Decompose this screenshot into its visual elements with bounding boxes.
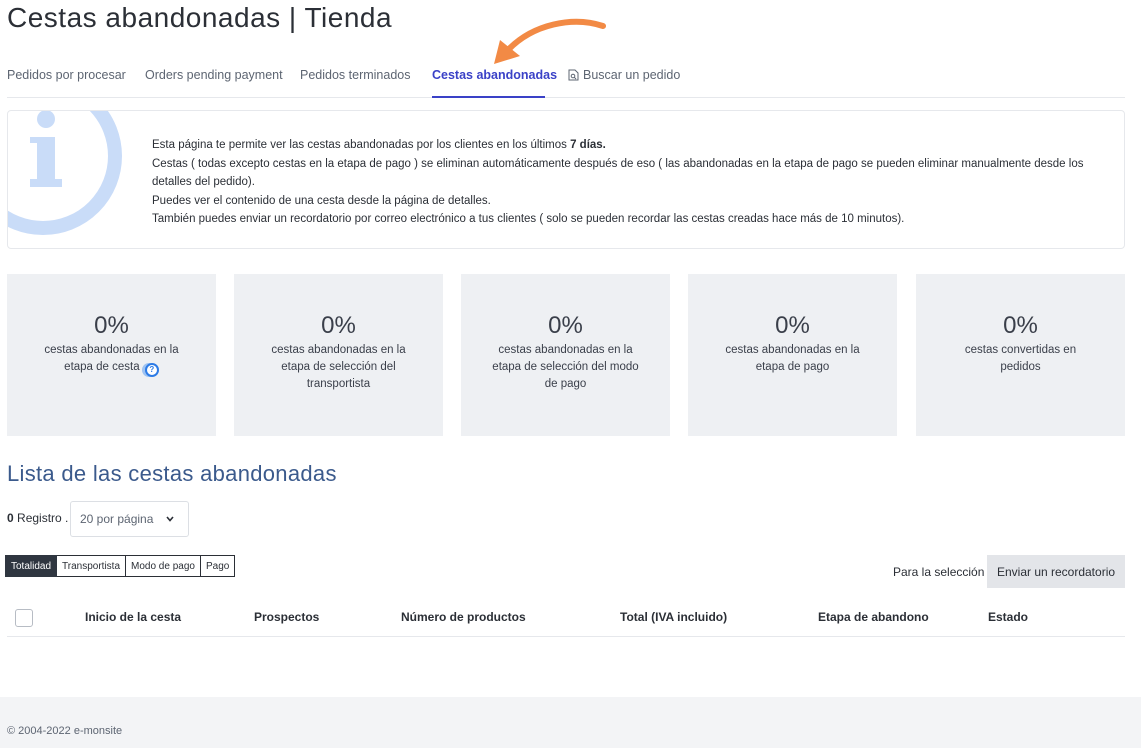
per-page-select[interactable]: 20 por página [70, 501, 189, 537]
filter-all[interactable]: Totalidad [5, 555, 58, 577]
tab-abandoned-carts[interactable]: Cestas abandonadas [432, 68, 557, 82]
document-search-icon [568, 69, 579, 81]
order-tabs: Pedidos por procesar Orders pending paym… [7, 56, 1125, 98]
stat-label: cestas abandonadas en la etapa de cesta … [37, 342, 187, 377]
stat-label: cestas abandonadas en la etapa de selecc… [492, 344, 639, 390]
stat-card-cart-stage: 0% cestas abandonadas en la etapa de ces… [7, 274, 216, 436]
stat-label: cestas abandonadas en la etapa de pago [725, 344, 860, 373]
tab-orders-pending-payment[interactable]: Orders pending payment [145, 68, 283, 82]
stat-value: 0% [548, 312, 583, 339]
stat-card-converted: 0% cestas convertidas en pedidos [916, 274, 1125, 436]
stat-card-carrier-stage: 0% cestas abandonadas en la etapa de sel… [234, 274, 443, 436]
tab-search-order-label: Buscar un pedido [583, 68, 681, 82]
active-tab-indicator [432, 96, 545, 98]
info-line-3: Puedes ver el contenido de una cesta des… [152, 194, 491, 207]
column-header[interactable]: Etapa de abandono [818, 610, 929, 624]
selection-label: Para la selección [893, 565, 985, 579]
column-header[interactable]: Prospectos [254, 610, 319, 624]
page-title: Cestas abandonadas | Tienda [7, 2, 393, 33]
info-panel: Esta página te permite ver las cestas ab… [7, 110, 1125, 249]
stat-card-payment-stage: 0% cestas abandonadas en la etapa de pag… [688, 274, 897, 436]
stat-value: 0% [321, 312, 356, 339]
filter-carrier[interactable]: Transportista [57, 555, 127, 577]
list-title: Lista de las cestas abandonadas [7, 461, 337, 486]
stat-card-payment-method-stage: 0% cestas abandonadas en la etapa de sel… [461, 274, 670, 436]
tab-finished-orders[interactable]: Pedidos terminados [300, 68, 410, 82]
stage-filter: Totalidad Transportista Modo de pago Pag… [5, 555, 236, 577]
stat-value: 0% [775, 312, 810, 339]
stat-label: cestas abandonadas en la etapa de selecc… [271, 344, 406, 390]
info-text: Esta página te permite ver las cestas ab… [152, 136, 1112, 229]
info-icon [8, 111, 122, 235]
record-count: 0 Registro . [7, 511, 69, 525]
column-header[interactable]: Total (IVA incluido) [620, 610, 727, 624]
footer: © 2004-2022 e-monsite [0, 697, 1141, 748]
column-header[interactable]: Estado [988, 610, 1028, 624]
filter-payment[interactable]: Pago [200, 555, 236, 577]
filter-payment-method[interactable]: Modo de pago [126, 555, 201, 577]
send-reminder-button[interactable]: Enviar un recordatorio [987, 555, 1125, 588]
column-header[interactable]: Inicio de la cesta [85, 610, 181, 624]
copyright-text: © 2004-2022 e-monsite [7, 725, 123, 737]
per-page-value: 20 por página [80, 512, 154, 526]
info-line-2: Cestas ( todas excepto cestas en la etap… [152, 157, 1084, 189]
column-header[interactable]: Número de productos [401, 610, 526, 624]
info-line-1: Esta página te permite ver las cestas ab… [152, 139, 606, 151]
table-header: Inicio de la cesta Prospectos Número de … [7, 598, 1125, 637]
stat-label: cestas convertidas en pedidos [964, 344, 1077, 373]
stat-value: 0% [1003, 312, 1038, 339]
stat-value: 0% [94, 312, 129, 339]
chevron-down-icon [166, 516, 174, 522]
tab-pending-orders[interactable]: Pedidos por procesar [7, 68, 126, 82]
select-all-checkbox[interactable] [15, 609, 33, 627]
info-line-4: También puedes enviar un recordatorio po… [152, 213, 905, 225]
help-icon[interactable]: ? [144, 363, 159, 377]
tab-search-order[interactable]: Buscar un pedido [568, 68, 680, 82]
